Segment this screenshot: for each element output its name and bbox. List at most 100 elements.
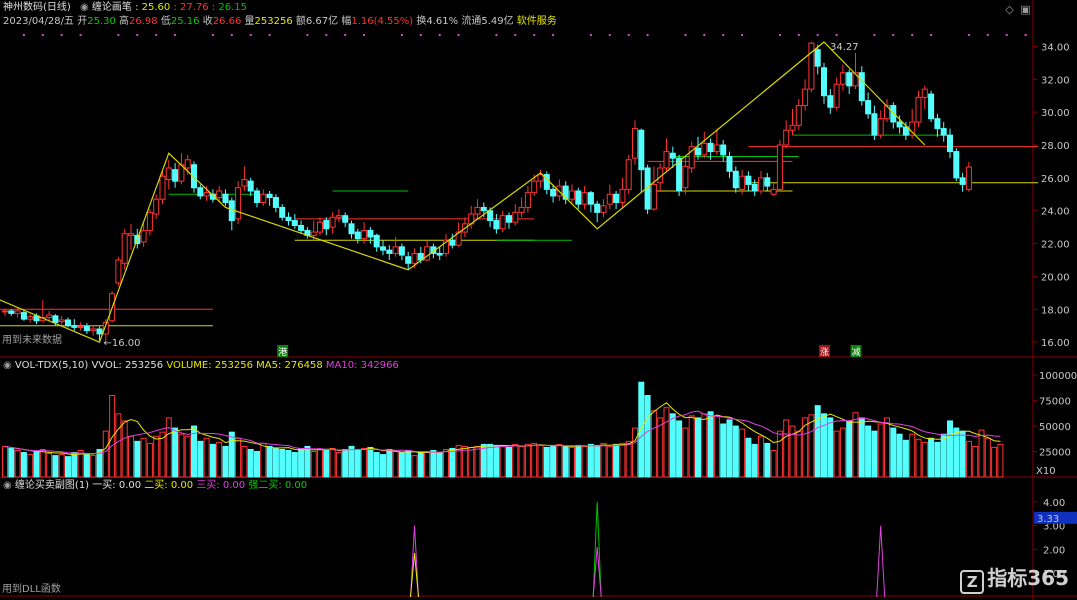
volume-bar	[758, 435, 764, 478]
volume-bar	[304, 445, 311, 478]
candle-body	[865, 100, 872, 115]
candle-body	[266, 193, 273, 199]
volume-bar	[184, 435, 191, 478]
candle-body	[638, 129, 645, 171]
sig-tick-label: 4.00	[1043, 498, 1065, 509]
candle-body	[802, 88, 809, 107]
candle-body	[512, 211, 519, 223]
vol-tick-label: 25000	[1039, 448, 1071, 459]
volume-bar	[909, 433, 916, 478]
candle-body	[241, 179, 248, 187]
volume-bar	[846, 420, 853, 478]
volume-bar	[58, 454, 65, 478]
candle-body	[354, 231, 361, 240]
volume-bar	[361, 447, 368, 478]
volume-bar	[46, 453, 53, 478]
volume-bar	[695, 417, 701, 478]
volume-bar	[443, 448, 449, 478]
candle-body	[254, 190, 260, 203]
chart-canvas[interactable]: 34.00 32.00 30.00 28.00 26.00 24.00 22.00 20.00…	[0, 0, 1077, 600]
marker-label: 减	[852, 346, 861, 358]
signal-dot	[514, 34, 517, 36]
volume-bar	[776, 430, 783, 478]
candle-body	[600, 205, 607, 213]
volume-bar	[354, 450, 361, 478]
candle-body	[392, 246, 399, 254]
signal-dot	[306, 34, 309, 36]
volume-bar	[102, 430, 109, 478]
volume-bar	[134, 440, 141, 478]
volume-bar	[865, 425, 872, 478]
volume-bar	[606, 445, 613, 478]
candle-body	[928, 93, 935, 120]
volume-bar	[934, 441, 941, 478]
volume-bar	[808, 414, 815, 478]
candle-body	[632, 128, 638, 159]
volume-bar	[928, 437, 935, 478]
volume-bar	[468, 446, 475, 478]
volume-bar	[543, 446, 550, 478]
volume-bar	[991, 446, 998, 478]
candle-body	[569, 190, 575, 200]
volume-bar	[235, 437, 242, 478]
volume-bar	[285, 450, 292, 478]
candle-body	[361, 229, 368, 240]
volume-bar	[493, 444, 500, 478]
volume-bar	[915, 438, 922, 478]
candle-body	[726, 156, 733, 172]
signal-dot	[533, 34, 536, 36]
signal-dot	[60, 34, 63, 36]
volume-bar	[65, 456, 71, 478]
volume-bar	[902, 439, 909, 478]
signal-dot	[684, 34, 687, 36]
signal-dot	[249, 34, 252, 36]
signal-dot	[419, 34, 422, 36]
candle-body	[20, 312, 27, 320]
volume-bar	[663, 407, 670, 478]
marker-label: 涨	[820, 347, 829, 358]
candle-body	[14, 310, 21, 314]
volume-bar	[20, 452, 27, 478]
candle-body	[833, 83, 840, 108]
volume-bar	[688, 415, 695, 478]
volume-bar	[430, 450, 437, 478]
candle-body	[184, 159, 191, 169]
volume-bar	[632, 427, 638, 478]
volume-bar	[625, 440, 632, 478]
candle-body	[8, 310, 15, 314]
signal-dot	[873, 34, 876, 36]
candle-body	[575, 190, 582, 205]
volume-bar	[858, 417, 865, 478]
volume-bar	[8, 447, 15, 478]
candle-body	[871, 113, 878, 136]
signal-dot	[627, 34, 630, 36]
watermark: Z 指标365	[960, 562, 1069, 594]
volume-bar	[27, 454, 34, 478]
candle-body	[46, 314, 53, 318]
volume-bar	[701, 413, 708, 478]
volume-bar	[14, 450, 21, 478]
signal-dot	[835, 34, 838, 36]
price-tick-label: 22.00	[1041, 240, 1070, 251]
volume-bar	[531, 442, 538, 478]
volume-bar	[291, 452, 298, 478]
candle-body	[858, 72, 865, 102]
volume-bar	[323, 450, 330, 478]
candle-body	[934, 118, 941, 130]
signal-dot	[911, 34, 914, 36]
volume-bar	[216, 441, 223, 478]
price-tick-label: 16.00	[1041, 338, 1070, 349]
volume-bar	[518, 445, 525, 478]
candle-body	[518, 206, 525, 213]
volume-bar	[506, 446, 512, 478]
price-tick-label: 20.00	[1041, 272, 1070, 283]
vol-tick-label: 50000	[1039, 422, 1071, 433]
volume-bar	[461, 445, 468, 478]
volume-bar	[896, 433, 903, 478]
volume-bar	[424, 451, 431, 478]
candle-body	[27, 316, 34, 320]
volume-bar	[436, 452, 443, 478]
signal-dot	[22, 34, 25, 36]
candle-body	[587, 192, 594, 205]
volume-bar	[682, 427, 689, 478]
